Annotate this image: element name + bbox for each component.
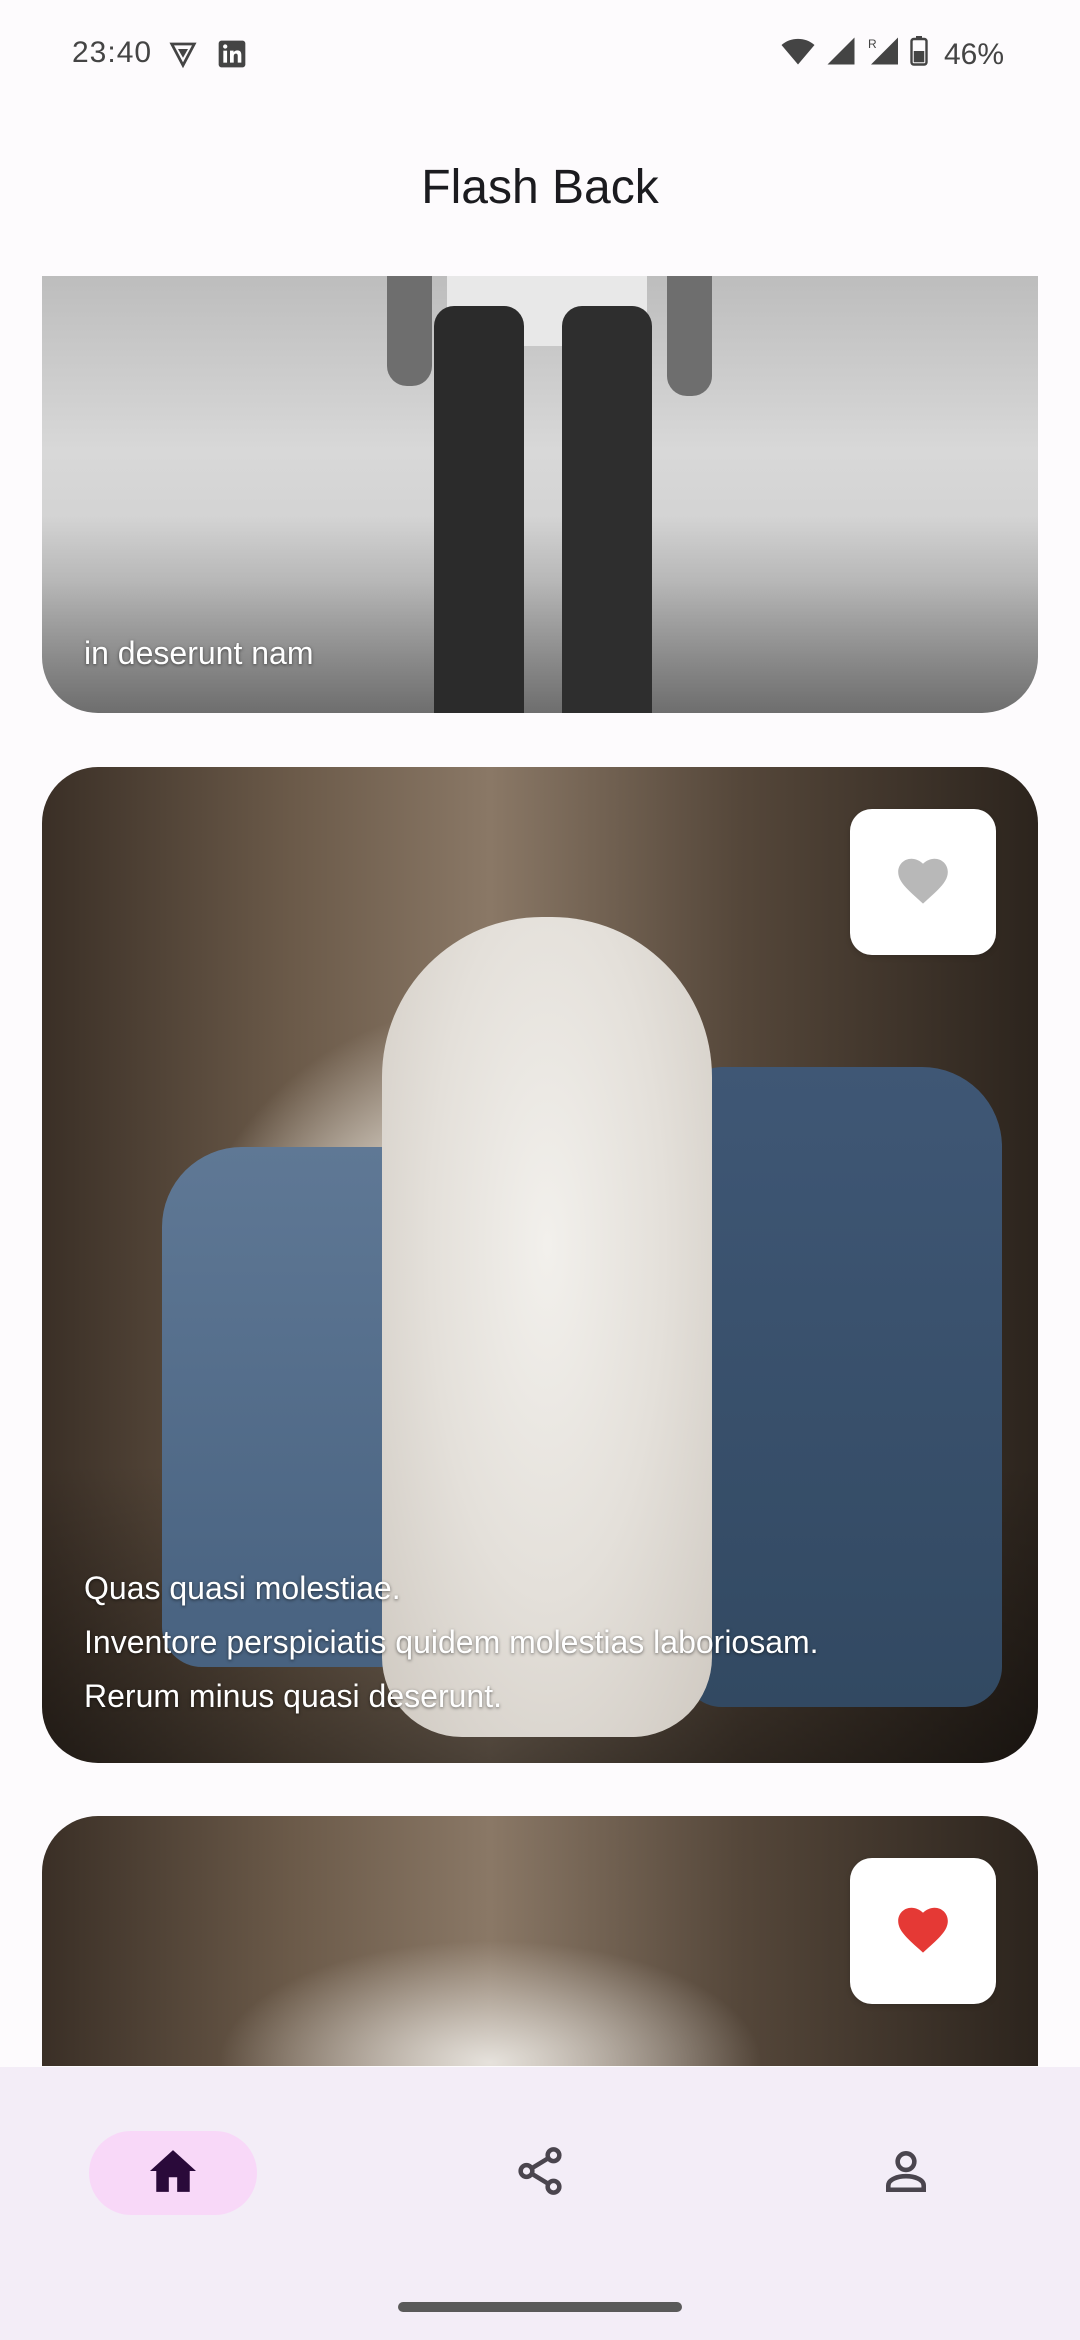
caption-line: Rerum minus quasi deserunt. bbox=[84, 1678, 502, 1714]
wifi-icon bbox=[780, 36, 816, 74]
svg-text:R: R bbox=[868, 37, 877, 51]
memory-caption: Quas quasi molestiae. Inventore perspici… bbox=[84, 1561, 819, 1723]
bottom-navigation bbox=[0, 2067, 1080, 2340]
photo-leg-shape bbox=[562, 306, 652, 713]
status-bar: 23:40 R 46% bbox=[0, 0, 1080, 110]
favorite-button[interactable] bbox=[850, 809, 996, 955]
linkedin-icon bbox=[216, 38, 248, 78]
status-time: 23:40 bbox=[72, 36, 153, 69]
person-icon bbox=[881, 2146, 931, 2201]
home-icon bbox=[147, 2148, 199, 2199]
battery-icon bbox=[910, 36, 928, 74]
memory-caption: in deserunt nam bbox=[84, 626, 313, 680]
nav-share-tab[interactable] bbox=[456, 2131, 624, 2215]
photo-arm-shape bbox=[387, 276, 432, 386]
gesture-navigation-bar[interactable] bbox=[398, 2302, 682, 2312]
share-icon bbox=[513, 2144, 567, 2203]
signal-icon bbox=[826, 36, 856, 74]
vpn-shield-icon bbox=[168, 39, 198, 77]
status-notification-icons bbox=[168, 38, 248, 78]
caption-line: in deserunt nam bbox=[84, 635, 314, 671]
memory-feed[interactable]: in deserunt nam Quas quasi molestiae. In… bbox=[0, 276, 1080, 2066]
battery-percentage: 46% bbox=[943, 38, 1004, 71]
memory-card[interactable]: Quas quasi molestiae. Inventore perspici… bbox=[42, 767, 1038, 1763]
page-title: Flash Back bbox=[421, 161, 659, 214]
heart-outline-icon bbox=[894, 854, 952, 911]
signal-roaming-icon: R bbox=[866, 36, 900, 74]
status-system-icons: R 46% bbox=[780, 36, 1004, 74]
screen: 23:40 R 46% Flash Back in deserunt nam Q… bbox=[0, 0, 1080, 2340]
heart-filled-icon bbox=[894, 1903, 952, 1960]
memory-card[interactable] bbox=[42, 1816, 1038, 2066]
memory-card[interactable]: in deserunt nam bbox=[42, 276, 1038, 713]
photo-arm-shape bbox=[667, 276, 712, 396]
nav-home-tab[interactable] bbox=[89, 2131, 257, 2215]
favorite-button[interactable] bbox=[850, 1858, 996, 2004]
caption-line: Inventore perspiciatis quidem molestias … bbox=[84, 1624, 819, 1660]
caption-line: Quas quasi molestiae. bbox=[84, 1570, 401, 1606]
photo-leg-shape bbox=[434, 306, 524, 713]
nav-profile-tab[interactable] bbox=[822, 2131, 990, 2215]
